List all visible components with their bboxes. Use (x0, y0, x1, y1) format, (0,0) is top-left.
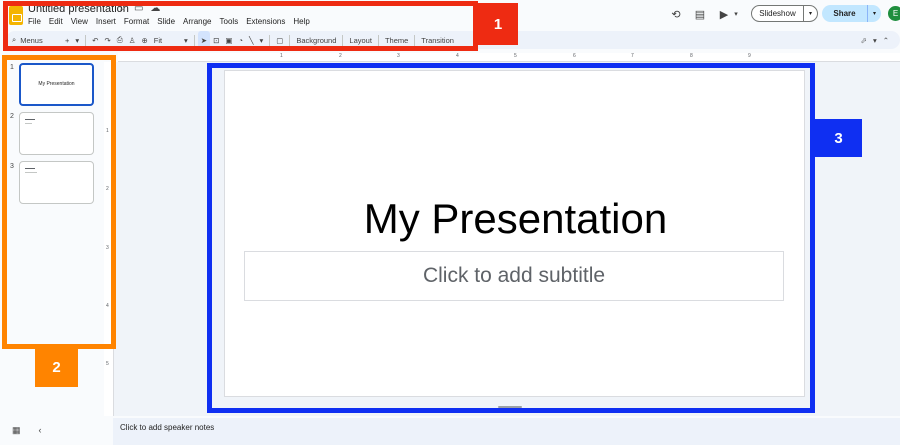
meet-dropdown-icon[interactable]: ▾ (732, 6, 740, 22)
version-history-icon[interactable]: ⟲ (668, 6, 684, 22)
meet-icon[interactable]: ▶ (716, 6, 732, 22)
highlight-box-menu (3, 1, 478, 51)
highlight-box-canvas (207, 63, 815, 413)
slideshow-button[interactable]: Slideshow ▾ (751, 5, 818, 22)
share-button[interactable]: Share ▾ (822, 5, 881, 22)
slideshow-dropdown-icon[interactable]: ▾ (803, 6, 817, 21)
annotation-badge: 2 (35, 348, 78, 387)
slideshow-label: Slideshow (759, 9, 796, 18)
pointer-mode-dropdown-icon[interactable]: ▾ (870, 31, 880, 49)
collapse-toolbar-icon[interactable]: ⌃ (880, 31, 892, 49)
annotation-badge: 3 (815, 119, 862, 157)
share-label: Share (833, 9, 856, 18)
avatar[interactable]: E (888, 6, 900, 21)
annotation-badge: 1 (478, 3, 518, 45)
horizontal-ruler[interactable]: 1 2 3 4 5 6 7 8 9 (118, 53, 900, 66)
highlight-box-filmstrip (2, 55, 116, 349)
comments-icon[interactable]: ▤ (692, 6, 708, 22)
grid-view-icon[interactable]: ▦ (12, 425, 21, 436)
share-dropdown-icon[interactable]: ▾ (867, 5, 881, 22)
collapse-filmstrip-icon[interactable]: ‹ (39, 425, 42, 436)
pointer-mode-icon[interactable]: ⬀ (858, 31, 870, 49)
speaker-notes[interactable]: Click to add speaker notes (113, 418, 900, 445)
